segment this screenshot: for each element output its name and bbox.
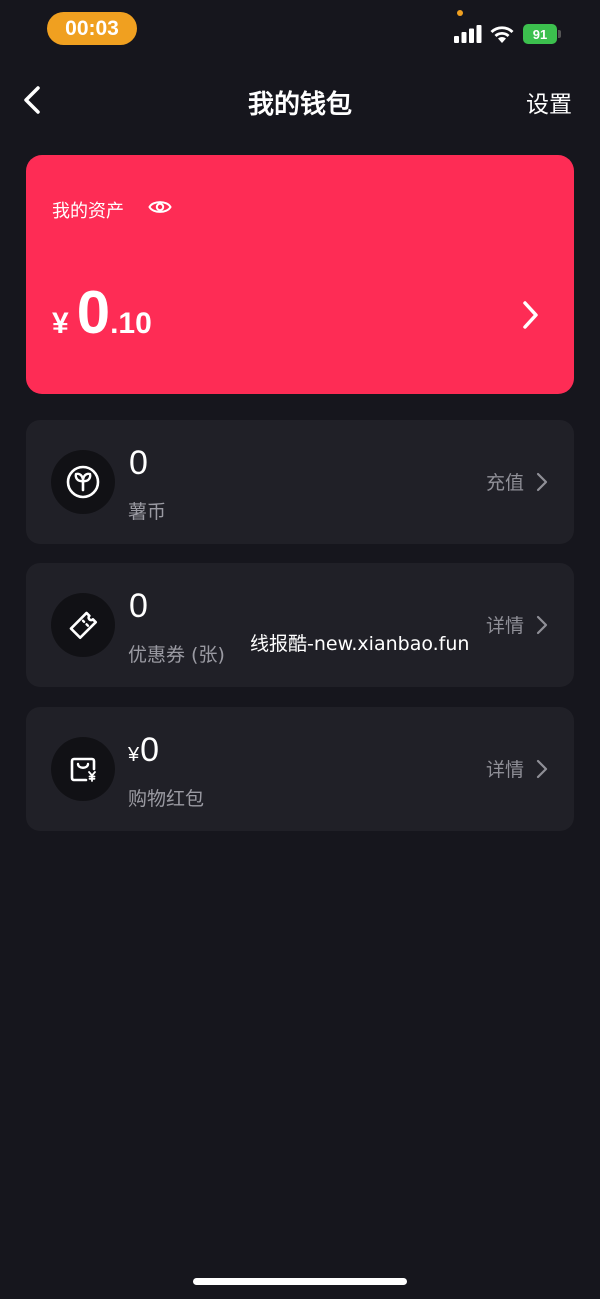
coins-amount: 0 — [129, 444, 148, 482]
status-bar: 00:03 91 — [0, 0, 600, 60]
asset-currency: ¥ — [52, 307, 69, 340]
leaf-coin-icon — [51, 450, 115, 514]
coupon-icon — [51, 593, 115, 657]
asset-amount-integer: 0 — [76, 279, 111, 346]
home-indicator[interactable] — [193, 1278, 407, 1285]
red-packet-currency: ¥ — [128, 744, 140, 766]
eye-icon[interactable] — [148, 197, 172, 217]
list-item-shopping-red-packet[interactable]: ¥ 0 购物红包 详情 — [26, 707, 574, 831]
list-item-coupons[interactable]: 0 优惠券 (张) 详情 — [26, 563, 574, 687]
page-title: 我的钱包 — [247, 90, 352, 120]
my-assets-card[interactable]: 我的资产 ¥ 0 .10 — [26, 155, 574, 394]
asset-amount: ¥ 0 .10 — [52, 283, 152, 343]
coupons-amount: 0 — [129, 587, 148, 625]
coupons-label: 优惠券 (张) — [128, 644, 225, 666]
asset-amount-decimal: .10 — [110, 307, 152, 340]
red-packet-label: 购物红包 — [128, 788, 205, 810]
coupons-details-button[interactable]: 详情 — [486, 611, 548, 638]
coins-label: 薯币 — [128, 501, 167, 523]
red-packet-value: ¥ 0 — [128, 731, 159, 770]
shopping-bag-yen-icon — [51, 737, 115, 801]
chevron-right-icon — [536, 472, 548, 491]
recharge-label: 充值 — [485, 472, 524, 494]
coins-value: 0 — [128, 444, 148, 483]
recharge-button[interactable]: 充值 — [486, 468, 548, 495]
nav-bar: 我的钱包 设置 — [0, 70, 600, 132]
wallet-screen: 00:03 91 我的钱包 设置 我的资产 ¥ 0 .10 0 薯币 充值 0 … — [0, 0, 600, 1299]
red-packet-details-label: 详情 — [485, 759, 524, 781]
privacy-indicator-dot — [457, 10, 463, 16]
coupons-details-label: 详情 — [485, 615, 524, 637]
my-assets-label: 我的资产 — [52, 201, 124, 222]
battery-indicator: 91 — [523, 24, 557, 44]
chevron-right-icon — [536, 615, 548, 634]
wifi-icon — [490, 26, 514, 43]
red-packet-amount: 0 — [140, 731, 160, 769]
settings-button[interactable]: 设置 — [526, 85, 572, 119]
chevron-right-icon — [523, 301, 538, 329]
list-item-coins[interactable]: 0 薯币 充值 — [26, 420, 574, 544]
battery-cap — [558, 30, 561, 38]
watermark-text: 线报酷-new.xianbao.fun — [250, 633, 470, 655]
chevron-right-icon — [536, 759, 548, 778]
coupons-value: 0 — [128, 587, 148, 626]
cellular-signal-icon — [454, 25, 482, 43]
red-packet-details-button[interactable]: 详情 — [486, 755, 548, 782]
status-time: 00:03 — [47, 12, 137, 45]
